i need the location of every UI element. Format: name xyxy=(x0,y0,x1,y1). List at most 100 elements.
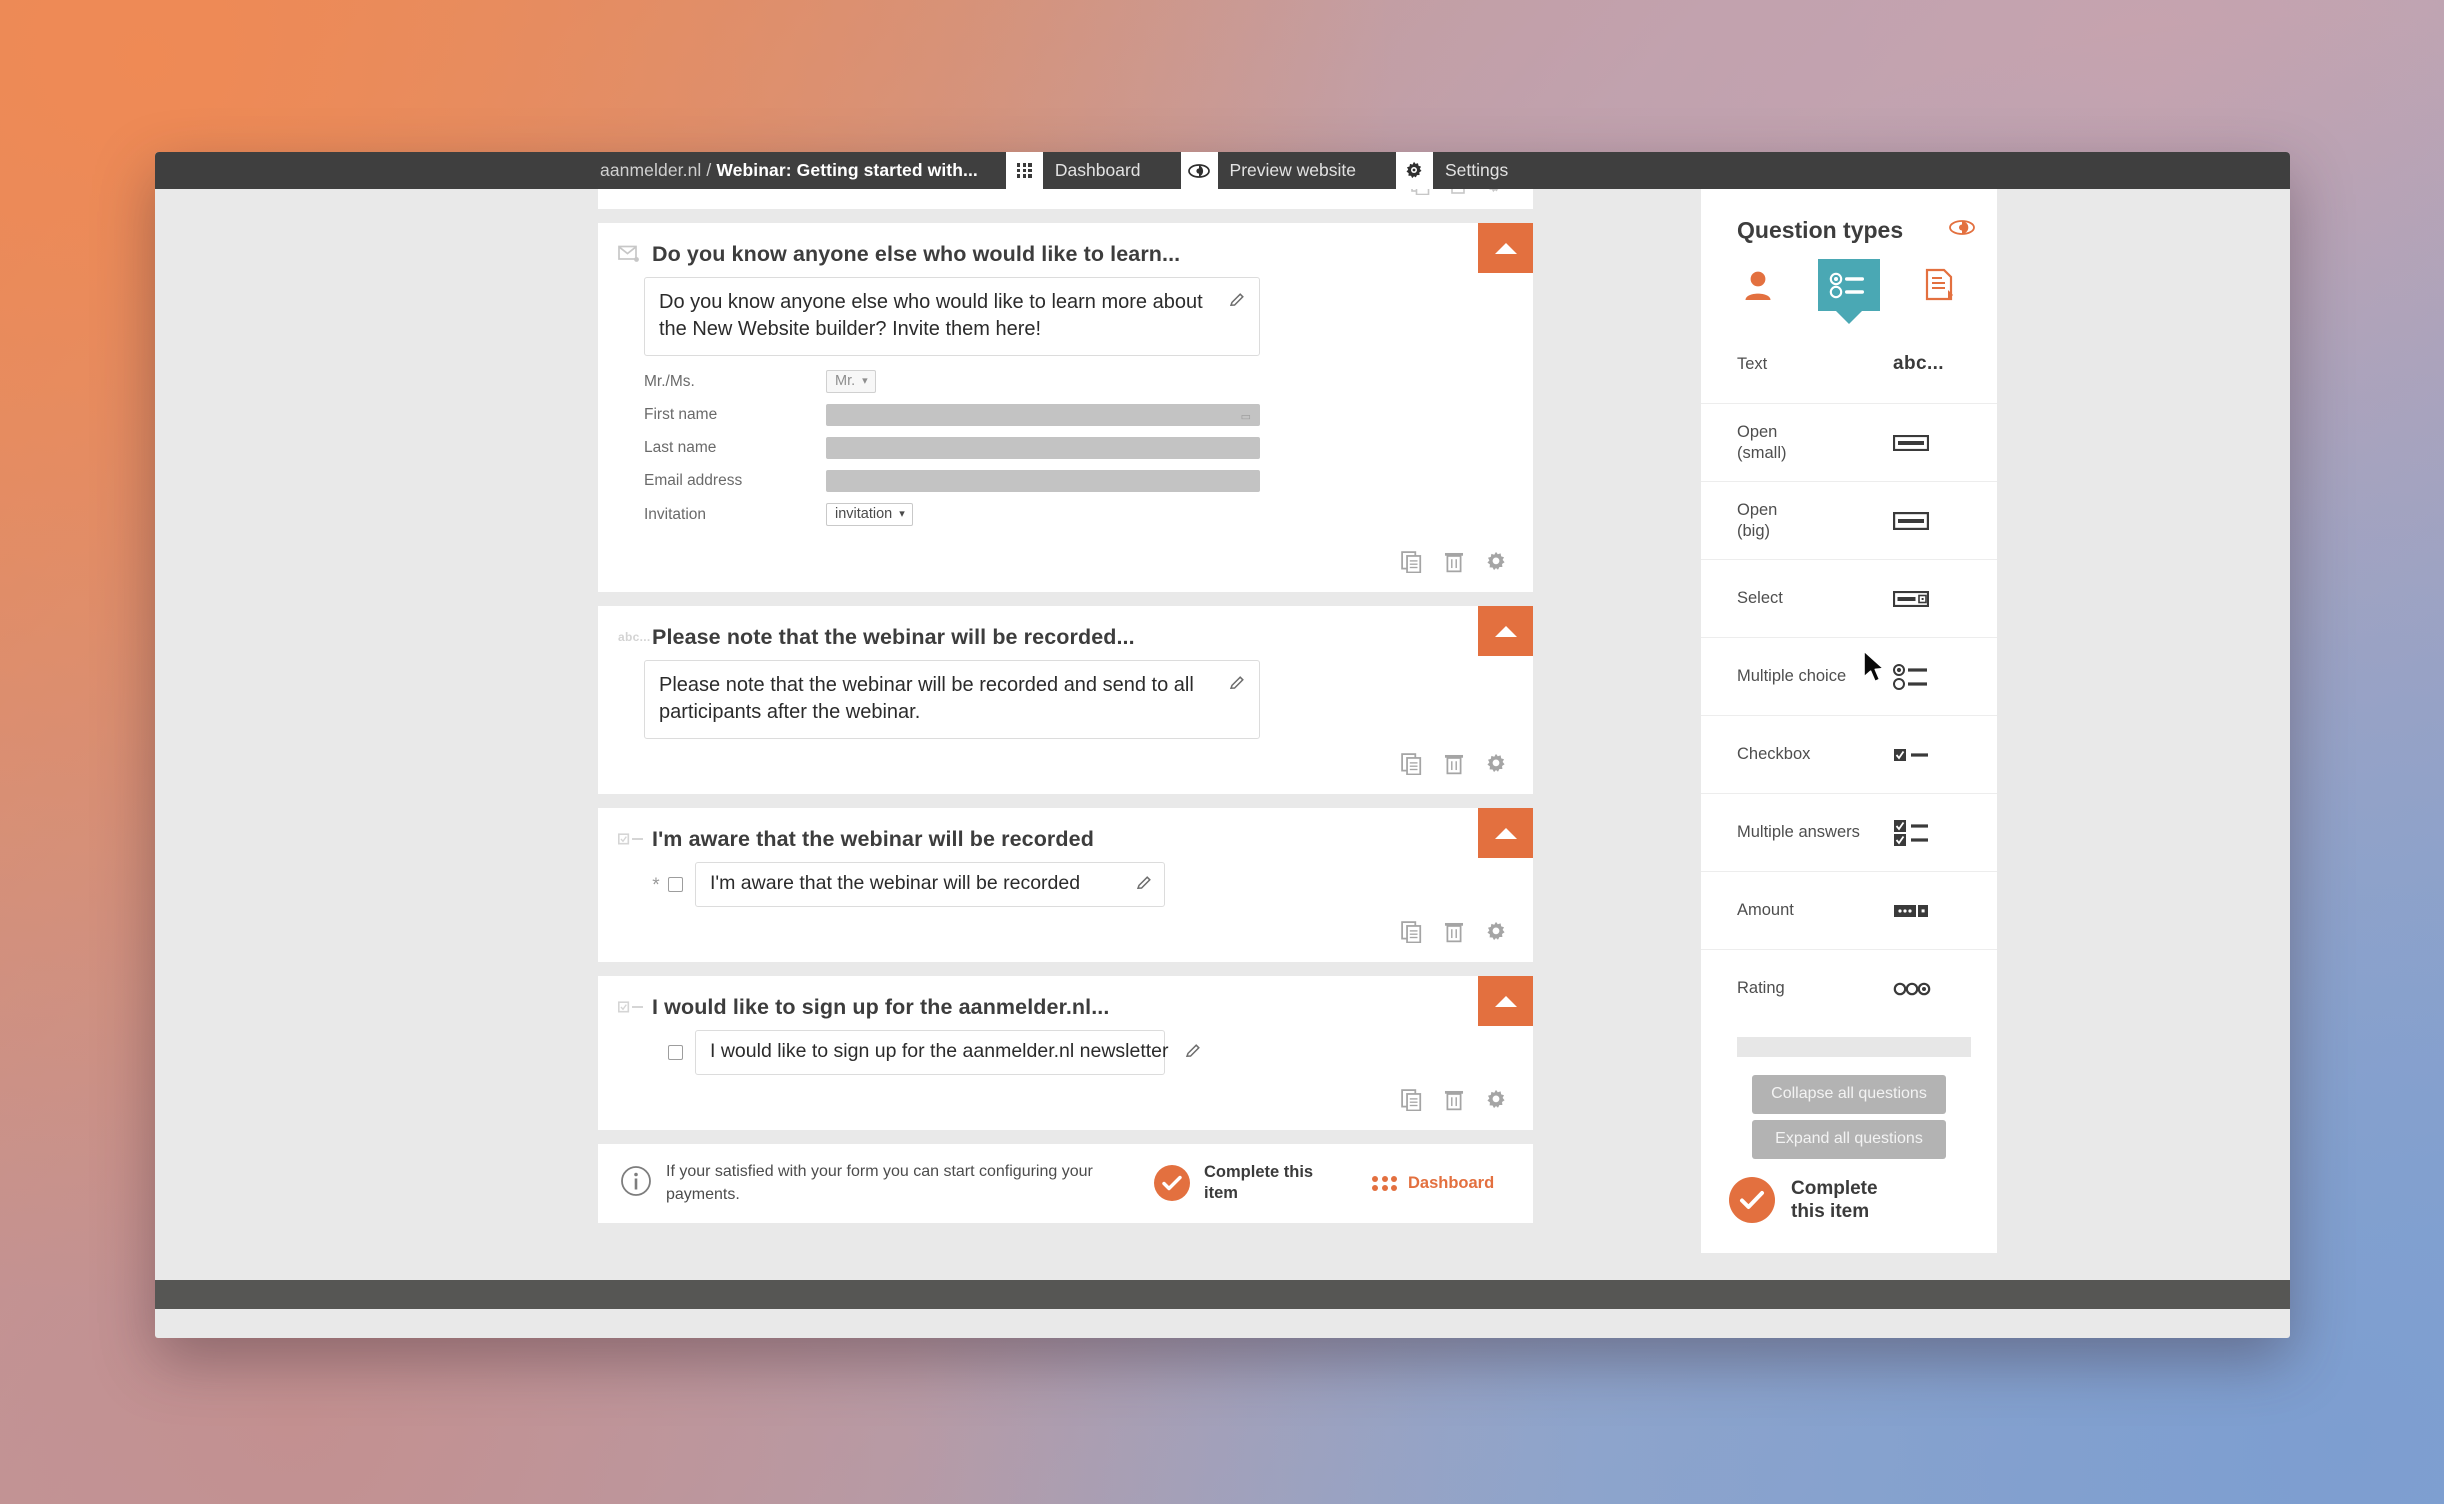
question-type-text[interactable]: Text abc... xyxy=(1701,325,1997,403)
question-card: I'm aware that the webinar will be recor… xyxy=(598,808,1533,963)
question-type-multiple-answers[interactable]: Multiple answers xyxy=(1701,793,1997,871)
form-row: Last name xyxy=(644,437,1260,460)
question-type-select[interactable]: Select xyxy=(1701,559,1997,637)
delete-icon xyxy=(1451,189,1465,194)
question-type-rating[interactable]: Rating xyxy=(1701,949,1997,1027)
tab-participant[interactable] xyxy=(1727,259,1789,311)
question-type-checkbox[interactable]: Checkbox xyxy=(1701,715,1997,793)
form-row: Email address xyxy=(644,470,1260,493)
settings-icon[interactable] xyxy=(1485,551,1507,578)
tab-document-upload[interactable] xyxy=(1909,259,1971,311)
answer-text-editor[interactable]: I'm aware that the webinar will be recor… xyxy=(695,862,1165,908)
document-upload-icon xyxy=(1925,268,1953,301)
info-message: If your satisfied with your form you can… xyxy=(666,1163,1093,1204)
browser-window: aanmelder.nl / Webinar: Getting started … xyxy=(155,152,2290,1338)
question-type-label: Open (big) xyxy=(1737,501,1778,540)
question-type-multiple-choice[interactable]: Multiple choice xyxy=(1701,637,1997,715)
window-bottom-chrome xyxy=(155,1280,2290,1309)
select-glyph-icon xyxy=(1893,590,1997,607)
first-name-field[interactable]: ▭ xyxy=(826,404,1260,427)
settings-icon[interactable] xyxy=(1485,921,1507,948)
sidebar-complete-item-button[interactable]: Complete this item xyxy=(1701,1159,1997,1253)
breadcrumb-separator: / xyxy=(706,160,712,180)
question-type-amount[interactable]: Amount xyxy=(1701,871,1997,949)
nav-settings[interactable]: Settings xyxy=(1395,152,1520,189)
tab-questions[interactable] xyxy=(1818,259,1880,311)
rating-glyph-icon xyxy=(1893,981,1997,997)
dashboard-link[interactable]: Dashboard xyxy=(1372,1174,1494,1193)
edit-pencil-icon[interactable] xyxy=(1229,292,1245,313)
email-address-field[interactable] xyxy=(826,470,1260,493)
topbar-gap-3 xyxy=(1368,152,1396,189)
breadcrumb-document[interactable]: Webinar: Getting started with... xyxy=(716,160,978,181)
envelope-icon xyxy=(618,245,652,263)
delete-icon[interactable] xyxy=(1444,1089,1464,1116)
card-title: I would like to sign up for the aanmelde… xyxy=(652,994,1110,1019)
breadcrumb[interactable]: aanmelder.nl / Webinar: Getting started … xyxy=(600,152,978,189)
field-hint-icon: ▭ xyxy=(1240,411,1252,424)
question-type-label: Checkbox xyxy=(1737,745,1811,764)
card-title: I'm aware that the webinar will be recor… xyxy=(652,826,1094,851)
duplicate-icon xyxy=(1411,189,1430,195)
question-type-label: Select xyxy=(1737,589,1783,608)
form-row-label: Invitation xyxy=(644,505,707,523)
desktop-background: aanmelder.nl / Webinar: Getting started … xyxy=(0,0,2444,1504)
duplicate-icon[interactable] xyxy=(1401,1089,1423,1116)
checkbox-line-icon xyxy=(618,833,652,845)
edit-pencil-icon[interactable] xyxy=(1229,675,1245,696)
duplicate-icon[interactable] xyxy=(1401,753,1423,780)
edit-pencil-icon[interactable] xyxy=(1136,875,1152,896)
question-type-label: Open (small) xyxy=(1737,423,1787,462)
expand-all-questions-button[interactable]: Expand all questions xyxy=(1752,1119,1946,1159)
card-title: Please note that the webinar will be rec… xyxy=(652,624,1135,649)
nav-dashboard[interactable]: Dashboard xyxy=(1005,152,1153,189)
question-text-editor[interactable]: Please note that the webinar will be rec… xyxy=(644,660,1260,740)
invitation-select[interactable]: invitation ▾ xyxy=(826,503,913,527)
settings-icon[interactable] xyxy=(1485,753,1507,780)
edit-pencil-icon[interactable] xyxy=(1185,1043,1201,1064)
form-row: First name ▭ xyxy=(644,404,1260,427)
complete-item-button[interactable]: Complete this item xyxy=(1154,1162,1314,1205)
nav-dashboard-label: Dashboard xyxy=(1054,160,1141,180)
eye-icon[interactable] xyxy=(1949,220,1975,240)
card-actions xyxy=(598,907,1533,948)
delete-icon[interactable] xyxy=(1444,921,1464,948)
check-circle-icon xyxy=(1154,1165,1190,1202)
question-text-editor[interactable]: Do you know anyone else who would like t… xyxy=(644,277,1260,357)
settings-icon[interactable] xyxy=(1485,1089,1507,1116)
chevron-up-icon xyxy=(1494,625,1517,637)
grid-dots-icon xyxy=(1372,1175,1397,1192)
collapse-toggle-button[interactable] xyxy=(1478,976,1533,1027)
window-body: Do you know anyone else who would like t… xyxy=(155,189,2290,1309)
last-name-field[interactable] xyxy=(826,437,1260,460)
answer-checkbox[interactable] xyxy=(668,877,683,893)
question-type-label: Multiple choice xyxy=(1737,667,1847,686)
question-type-open-small[interactable]: Open (small) xyxy=(1701,403,1997,481)
collapse-toggle-button[interactable] xyxy=(1478,223,1533,273)
question-type-open-big[interactable]: Open (big) xyxy=(1701,481,1997,559)
salutation-select[interactable]: Mr. ▾ xyxy=(826,370,876,394)
questions-icon xyxy=(1829,272,1864,299)
question-type-label: Multiple answers xyxy=(1737,823,1860,842)
collapse-toggle-button[interactable] xyxy=(1478,606,1533,657)
card-body: * I would like to sign up for the aanmel… xyxy=(598,1030,1533,1076)
breadcrumb-site[interactable]: aanmelder.nl xyxy=(600,160,701,181)
form-row-label: Last name xyxy=(644,439,717,457)
duplicate-icon[interactable] xyxy=(1401,551,1423,578)
delete-icon[interactable] xyxy=(1444,753,1464,780)
card-header: I'm aware that the webinar will be recor… xyxy=(598,808,1533,862)
checkbox-glyph-icon xyxy=(1893,747,1997,763)
collapse-all-questions-button[interactable]: Collapse all questions xyxy=(1752,1075,1946,1114)
delete-icon[interactable] xyxy=(1444,551,1464,578)
previous-card-actions xyxy=(1411,189,1505,195)
sidebar-buttons: Collapse all questions Expand all questi… xyxy=(1701,1057,1997,1159)
answer-text-editor[interactable]: I would like to sign up for the aanmelde… xyxy=(695,1030,1200,1076)
question-text: Please note that the webinar will be rec… xyxy=(659,674,1194,723)
nav-preview-website[interactable]: Preview website xyxy=(1180,152,1368,189)
duplicate-icon[interactable] xyxy=(1401,921,1423,948)
info-bar: If your satisfied with your form you can… xyxy=(598,1144,1533,1223)
form-row-label: Email address xyxy=(644,472,743,490)
answer-checkbox[interactable] xyxy=(668,1045,683,1061)
collapse-toggle-button[interactable] xyxy=(1478,808,1533,859)
application-topbar: aanmelder.nl / Webinar: Getting started … xyxy=(155,152,2290,189)
